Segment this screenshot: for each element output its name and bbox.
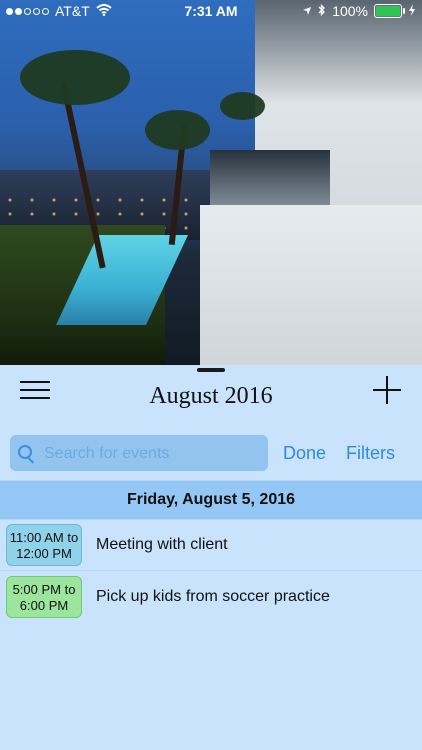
event-time-text: 5:00 PM to 6:00 PM xyxy=(12,582,76,613)
charging-icon xyxy=(408,3,416,19)
search-input[interactable] xyxy=(42,435,266,473)
battery-percent: 100% xyxy=(332,3,368,19)
tree-crown xyxy=(20,50,130,105)
selected-date-label: Friday, August 5, 2016 xyxy=(126,491,296,508)
deck xyxy=(200,205,422,365)
bluetooth-icon xyxy=(318,3,326,19)
search-bar[interactable] xyxy=(10,435,268,473)
date-header: Friday, August 5, 2016 xyxy=(0,480,422,520)
drag-handle[interactable] xyxy=(197,368,225,372)
tree-crown xyxy=(145,110,210,150)
month-title: August 2016 xyxy=(149,383,273,409)
event-row[interactable]: 11:00 AM to 12:00 PM Meeting with client xyxy=(0,520,422,571)
event-time-badge: 11:00 AM to 12:00 PM xyxy=(6,524,82,566)
event-time-text: 11:00 AM to 12:00 PM xyxy=(9,530,79,561)
status-bar: AT&T 7:31 AM 100% xyxy=(0,0,422,22)
filters-button[interactable]: Filters xyxy=(346,443,395,464)
event-title: Meeting with client xyxy=(96,536,228,553)
done-button[interactable]: Done xyxy=(283,443,326,464)
event-time-badge: 5:00 PM to 6:00 PM xyxy=(6,576,82,618)
status-right: 100% xyxy=(302,3,416,19)
tree-crown xyxy=(220,92,265,120)
battery-icon xyxy=(374,4,405,18)
house-glass xyxy=(210,150,330,205)
event-title: Pick up kids from soccer practice xyxy=(96,588,330,605)
location-arrow-icon xyxy=(302,3,312,19)
header-photo xyxy=(0,0,422,365)
search-icon xyxy=(18,445,32,459)
plus-icon[interactable] xyxy=(373,376,401,404)
event-row[interactable]: 5:00 PM to 6:00 PM Pick up kids from soc… xyxy=(0,572,422,622)
